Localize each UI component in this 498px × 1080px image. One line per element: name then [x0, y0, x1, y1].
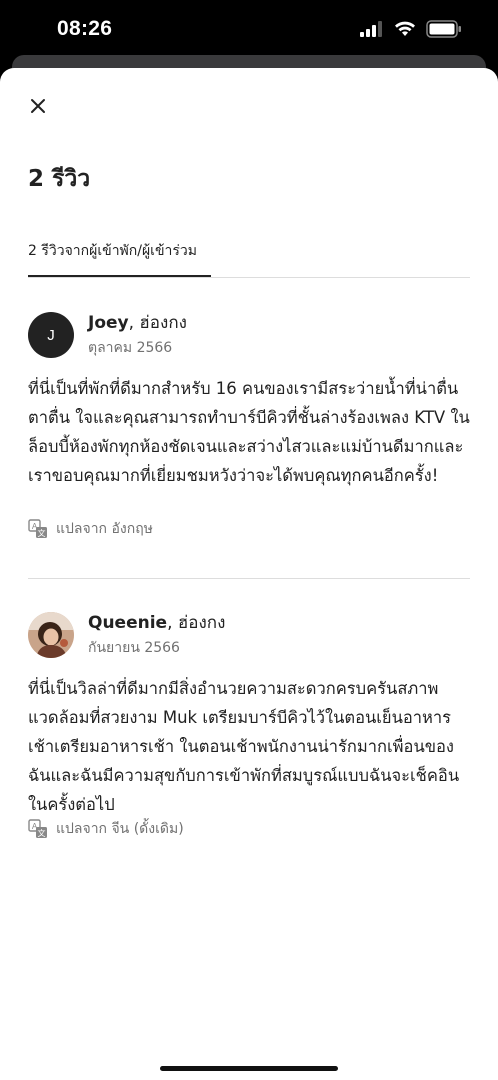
- reviewer-location: , ฮ่องกง: [128, 313, 187, 333]
- status-time: 08:26: [57, 17, 113, 40]
- close-button[interactable]: [22, 90, 54, 122]
- svg-text:文: 文: [38, 528, 46, 538]
- reviewer-name-text: Queenie: [88, 613, 168, 633]
- review-date: กันยายน 2566: [88, 640, 180, 656]
- cellular-signal-icon: [360, 21, 382, 37]
- translation-note[interactable]: A 文 แปลจาก จีน (ดั้งเดิม): [28, 818, 184, 840]
- wifi-icon: [395, 21, 415, 36]
- review-divider: [28, 578, 470, 579]
- status-bar: 08:26: [0, 0, 498, 56]
- review-text: ที่นี่เป็นวิลล่าที่ดีมากมีสิ่งอำนวยความส…: [28, 679, 460, 814]
- svg-text:文: 文: [38, 828, 46, 838]
- reviews-sheet: 2 รีวิว 2 รีวิวจากผู้เข้าพัก/ผู้เข้าร่วม…: [0, 68, 498, 1080]
- avatar[interactable]: J: [28, 312, 74, 358]
- reviewer-name: Queenie, ฮ่องกง: [88, 609, 225, 636]
- translate-icon: A 文: [28, 819, 47, 838]
- translate-icon: A 文: [28, 519, 47, 538]
- review-date: ตุลาคม 2566: [88, 340, 173, 356]
- status-icons: [360, 20, 462, 38]
- page-title: 2 รีวิว: [28, 166, 91, 192]
- review-item: J Joey, ฮ่องกง ตุลาคม 2566 ที่นี่เป็นที่…: [28, 312, 470, 542]
- close-icon: [31, 99, 45, 113]
- tab-divider: [28, 277, 470, 278]
- translation-label: แปลจาก จีน (ดั้งเดิม): [56, 821, 184, 837]
- review-item: Queenie, ฮ่องกง กันยายน 2566 ที่นี่เป็นว…: [28, 612, 470, 842]
- avatar[interactable]: [28, 612, 74, 658]
- reviewer-location: , ฮ่องกง: [167, 613, 226, 633]
- reviewer-name: Joey, ฮ่องกง: [88, 309, 187, 336]
- reviewer-name-text: Joey: [88, 313, 129, 333]
- profile-photo-icon: [28, 612, 74, 658]
- translation-label: แปลจาก อังกฤษ: [56, 521, 153, 537]
- tab-guest-reviews[interactable]: 2 รีวิวจากผู้เข้าพัก/ผู้เข้าร่วม: [28, 240, 197, 280]
- review-text: ที่นี่เป็นที่พักที่ดีมากสำหรับ 16 คนของเ…: [28, 379, 470, 485]
- battery-icon: [426, 20, 461, 38]
- translation-note[interactable]: A 文 แปลจาก อังกฤษ: [28, 518, 153, 540]
- home-indicator[interactable]: [160, 1066, 338, 1071]
